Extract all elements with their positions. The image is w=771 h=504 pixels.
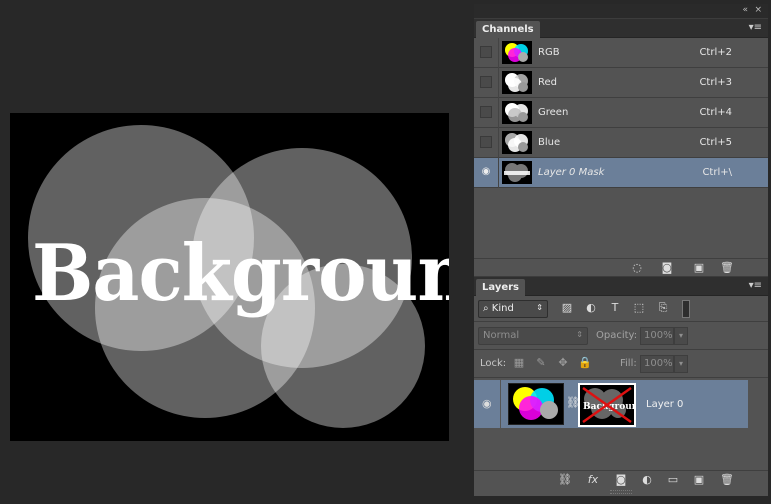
channel-thumbnail xyxy=(502,131,532,154)
lock-position-icon[interactable]: ✥ xyxy=(556,356,570,370)
channel-row-layer-mask[interactable]: ◉ Layer 0 Mask Ctrl+\ xyxy=(474,158,768,188)
fill-input[interactable]: 100% xyxy=(640,355,674,373)
divider xyxy=(498,38,499,68)
panel-menu-icon[interactable]: ▾≡ xyxy=(749,280,762,291)
layers-panel-header: Layers ▾≡ xyxy=(474,277,768,296)
resize-grip[interactable] xyxy=(610,490,632,494)
canvas-text: Background xyxy=(32,228,449,319)
fx-icon[interactable]: fx xyxy=(586,473,600,487)
channels-panel: RGB Ctrl+2 Red Ctrl+3 Green Ctrl+4 Blue … xyxy=(474,38,768,276)
lock-row: Lock: ▦ ✎ ✥ 🔒 Fill: 100% ▾ xyxy=(474,350,768,378)
channels-panel-header: Channels ▾≡ xyxy=(474,19,768,38)
channel-name: Layer 0 Mask xyxy=(538,167,605,178)
channel-name: Blue xyxy=(538,137,561,148)
channel-row-green[interactable]: Green Ctrl+4 xyxy=(474,98,768,128)
search-icon: ⌕ xyxy=(483,303,492,314)
trash-icon[interactable]: 🗑 xyxy=(720,473,734,487)
layers-filter-bar: ⌕ Kind ⇕ ▨ ◐ T ⬚ ⎘ xyxy=(474,296,768,322)
kind-label: Kind xyxy=(491,303,514,314)
divider xyxy=(498,68,499,98)
save-selection-icon[interactable]: ◙ xyxy=(660,261,674,275)
load-selection-icon[interactable]: ◌ xyxy=(630,261,644,275)
channel-thumbnail xyxy=(502,101,532,124)
divider xyxy=(498,158,499,188)
panel-menu-icon[interactable]: ▾≡ xyxy=(749,22,762,33)
link-icon[interactable]: ⛓ xyxy=(558,473,572,487)
lock-transparency-icon[interactable]: ▦ xyxy=(512,356,526,370)
layer-name[interactable]: Layer 0 xyxy=(646,399,683,410)
blend-mode-select[interactable]: Normal ⇕ xyxy=(478,327,588,345)
channel-name: Green xyxy=(538,107,569,118)
blend-mode-value: Normal xyxy=(483,330,520,341)
document-canvas[interactable]: Background xyxy=(10,113,449,441)
new-layer-icon[interactable]: ▣ xyxy=(692,473,706,487)
opacity-label: Opacity: xyxy=(596,330,638,341)
smart-object-filter-icon[interactable]: ⎘ xyxy=(656,301,670,315)
opacity-input[interactable]: 100% xyxy=(640,327,674,345)
channels-footer: ◌ ◙ ▣ 🗑 xyxy=(474,258,768,276)
trash-icon[interactable]: 🗑 xyxy=(720,261,734,275)
folder-icon[interactable]: ▭ xyxy=(666,473,680,487)
channel-shortcut: Ctrl+4 xyxy=(699,107,732,118)
channel-row-blue[interactable]: Blue Ctrl+5 xyxy=(474,128,768,158)
tab-channels[interactable]: Channels xyxy=(476,21,540,38)
channel-thumbnail xyxy=(502,41,532,64)
blend-row: Normal ⇕ Opacity: 100% ▾ xyxy=(474,322,768,350)
panel-dock: « × Channels ▾≡ RGB Ctrl+2 Red Ctrl+3 Gr… xyxy=(474,4,768,496)
lock-paint-icon[interactable]: ✎ xyxy=(534,356,548,370)
chevron-down-icon[interactable]: ▾ xyxy=(674,327,688,345)
type-filter-icon[interactable]: T xyxy=(608,301,622,315)
layer-row[interactable]: ◉ ⛓ Background xyxy=(474,380,748,428)
layers-footer: ⛓ fx ◙ ◐ ▭ ▣ 🗑 xyxy=(474,470,768,488)
visibility-toggle[interactable] xyxy=(480,136,492,148)
lock-label: Lock: xyxy=(480,358,507,369)
channel-row-rgb[interactable]: RGB Ctrl+2 xyxy=(474,38,768,68)
double-chevron-icon[interactable]: « xyxy=(742,5,748,15)
channel-thumbnail xyxy=(502,161,532,184)
add-mask-icon[interactable]: ◙ xyxy=(614,473,628,487)
adjustment-filter-icon[interactable]: ◐ xyxy=(584,301,598,315)
kind-filter-select[interactable]: ⌕ Kind ⇕ xyxy=(478,300,548,318)
shape-filter-icon[interactable]: ⬚ xyxy=(632,301,646,315)
eye-icon[interactable]: ◉ xyxy=(482,397,492,410)
divider xyxy=(498,98,499,128)
visibility-toggle[interactable] xyxy=(480,106,492,118)
dock-topbar: « × xyxy=(474,4,768,18)
visibility-toggle[interactable] xyxy=(480,76,492,88)
new-channel-icon[interactable]: ▣ xyxy=(692,261,706,275)
eye-icon[interactable]: ◉ xyxy=(480,166,492,178)
channel-row-red[interactable]: Red Ctrl+3 xyxy=(474,68,768,98)
channel-shortcut: Ctrl+2 xyxy=(699,47,732,58)
channel-shortcut: Ctrl+\ xyxy=(702,167,732,178)
visibility-toggle[interactable] xyxy=(480,46,492,58)
layer-thumbnail[interactable] xyxy=(508,383,564,425)
fill-label: Fill: xyxy=(620,358,637,369)
channel-name: RGB xyxy=(538,47,560,58)
close-icon[interactable]: × xyxy=(754,5,762,15)
divider xyxy=(498,128,499,158)
layers-panel: ⌕ Kind ⇕ ▨ ◐ T ⬚ ⎘ Normal ⇕ Opacity: 100… xyxy=(474,296,768,496)
channel-thumbnail xyxy=(502,71,532,94)
channel-shortcut: Ctrl+5 xyxy=(699,137,732,148)
chevron-down-icon[interactable]: ▾ xyxy=(674,355,688,373)
adjustment-icon[interactable]: ◐ xyxy=(640,473,654,487)
layer-mask-thumbnail[interactable]: Background xyxy=(578,383,636,427)
filter-toggle[interactable] xyxy=(682,300,690,318)
channel-name: Red xyxy=(538,77,557,88)
divider xyxy=(500,380,501,428)
chevron-updown-icon: ⇕ xyxy=(576,330,583,339)
chevron-updown-icon: ⇕ xyxy=(536,303,543,312)
tab-layers[interactable]: Layers xyxy=(476,279,525,296)
pixel-filter-icon[interactable]: ▨ xyxy=(560,301,574,315)
lock-all-icon[interactable]: 🔒 xyxy=(578,356,592,370)
channel-shortcut: Ctrl+3 xyxy=(699,77,732,88)
